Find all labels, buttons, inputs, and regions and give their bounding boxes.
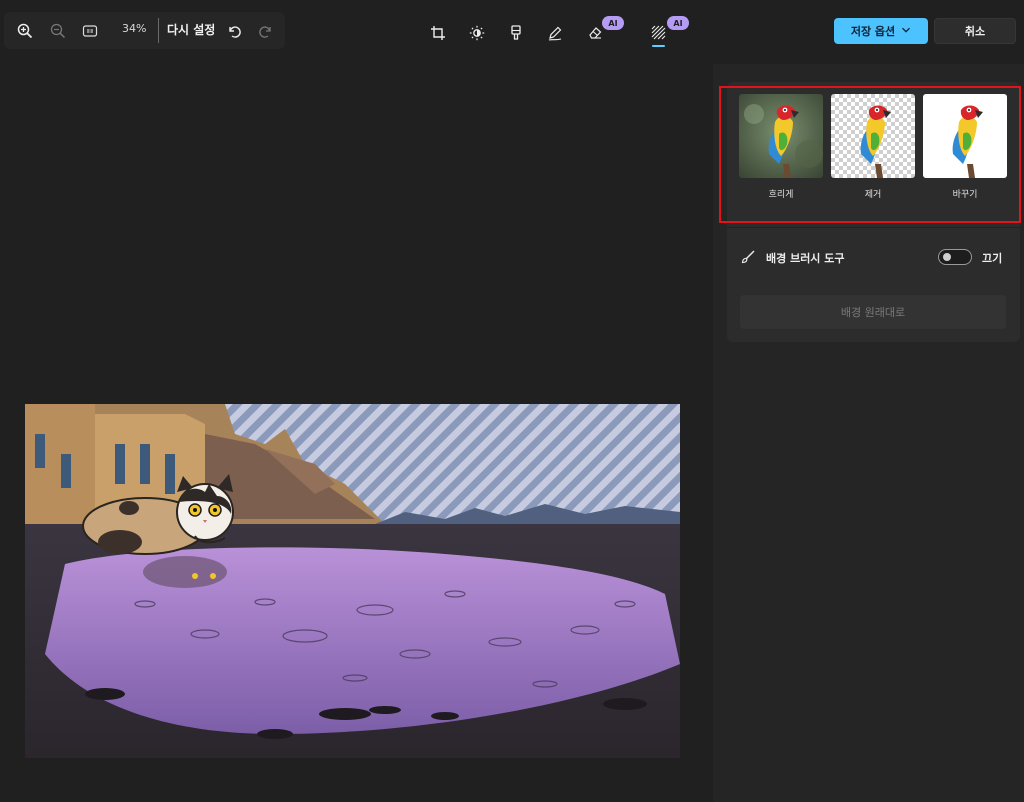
redo-icon[interactable] [256, 21, 276, 41]
brush-icon [740, 249, 756, 269]
actual-size-icon[interactable] [80, 21, 100, 41]
zoom-toolbar: 34% 다시 설정 [4, 12, 285, 49]
zoom-percentage: 34% [122, 22, 147, 35]
photo-canvas[interactable] [25, 404, 680, 758]
toolbar-divider [158, 18, 159, 43]
adjust-brightness-icon[interactable] [466, 22, 488, 44]
toggle-knob [943, 253, 951, 261]
ai-badge: AI [602, 16, 624, 30]
brush-tool-label: 배경 브러시 도구 [766, 252, 845, 265]
ai-badge: AI [667, 16, 689, 30]
undo-icon[interactable] [224, 21, 244, 41]
zoom-out-icon[interactable] [48, 21, 68, 41]
save-options-label: 저장 옵션 [850, 25, 896, 38]
divider [727, 227, 1020, 228]
save-options-button[interactable]: 저장 옵션 [834, 18, 928, 44]
crop-tool-icon[interactable] [427, 22, 449, 44]
restore-background-button[interactable]: 배경 원래대로 [740, 295, 1006, 329]
markup-pen-icon[interactable] [544, 22, 566, 44]
reset-button[interactable]: 다시 설정 [167, 21, 215, 38]
zoom-in-icon[interactable] [15, 21, 35, 41]
filter-brush-icon[interactable] [505, 22, 527, 44]
toggle-state-label: 끄기 [982, 252, 1003, 265]
background-brush-row: 배경 브러시 도구 끄기 [740, 247, 1006, 269]
cancel-button[interactable]: 취소 [934, 18, 1016, 44]
brush-tool-toggle[interactable] [938, 249, 972, 265]
active-tool-indicator [652, 45, 665, 47]
chevron-down-icon [901, 25, 911, 38]
highlight-box [719, 86, 1021, 223]
